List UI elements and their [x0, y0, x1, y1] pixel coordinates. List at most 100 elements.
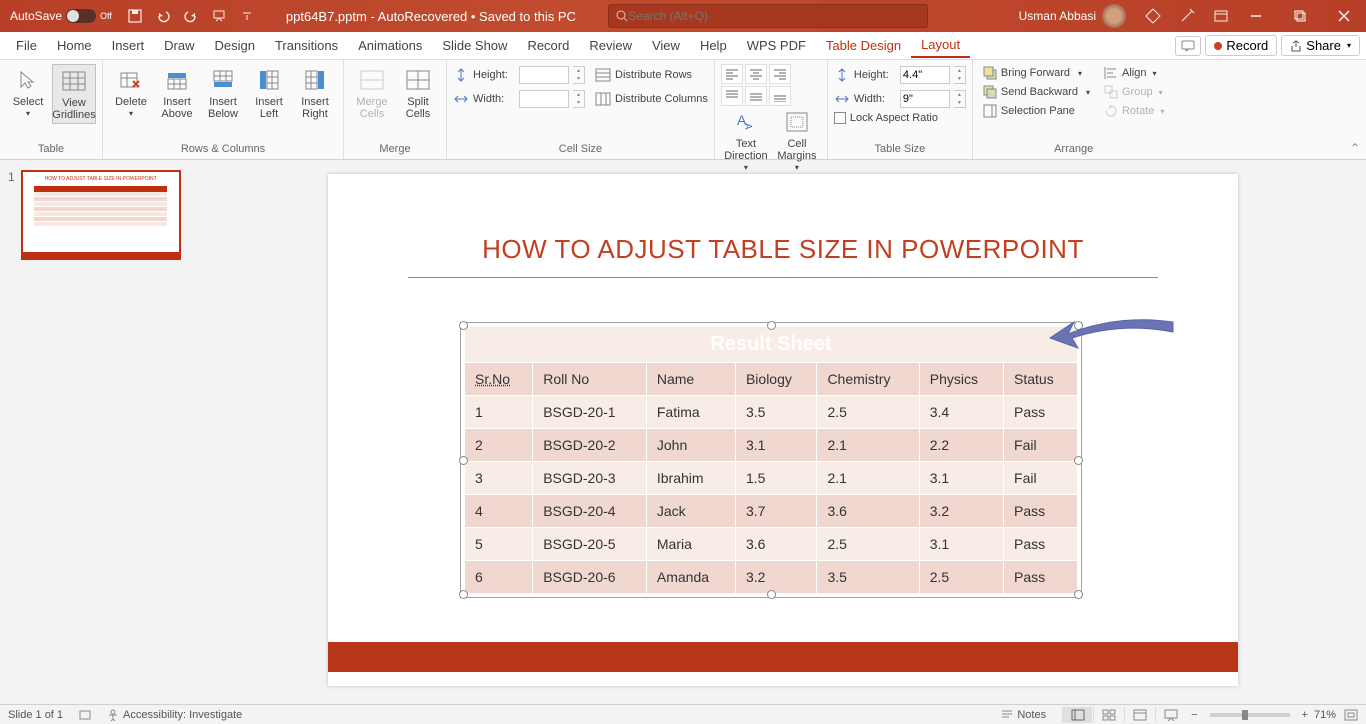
- slide-counter[interactable]: Slide 1 of 1: [8, 709, 63, 721]
- accessibility-status[interactable]: Accessibility: Investigate: [107, 709, 242, 721]
- cell-margins-button[interactable]: Cell Margins▾: [773, 106, 821, 175]
- align-label: Align: [1122, 67, 1146, 79]
- resize-handle-tl[interactable]: [459, 321, 468, 330]
- normal-view-button[interactable]: [1062, 707, 1092, 723]
- align-center-button[interactable]: [745, 64, 767, 84]
- send-backward-button[interactable]: Send Backward▾: [979, 83, 1094, 101]
- ribbon-group-arrange: Bring Forward▾ Send Backward▾ Selection …: [973, 60, 1175, 159]
- user-account[interactable]: Usman Abbasi: [1019, 4, 1126, 28]
- text-direction-button[interactable]: AAText Direction▾: [721, 106, 771, 175]
- resize-handle-mr[interactable]: [1074, 456, 1083, 465]
- insert-left-button[interactable]: Insert Left: [247, 64, 291, 122]
- reading-view-button[interactable]: [1124, 707, 1154, 723]
- redo-icon[interactable]: [182, 7, 200, 25]
- resize-handle-bl[interactable]: [459, 590, 468, 599]
- delete-button[interactable]: Delete▾: [109, 64, 153, 121]
- maximize-button[interactable]: [1282, 4, 1318, 28]
- align-right-button[interactable]: [769, 64, 791, 84]
- cell-height-input[interactable]: [519, 66, 569, 84]
- menu-draw[interactable]: Draw: [154, 34, 204, 57]
- wand-icon[interactable]: [1178, 7, 1196, 25]
- diamond-icon[interactable]: [1144, 7, 1162, 25]
- spinner[interactable]: ▴▾: [954, 66, 966, 84]
- share-button[interactable]: Share▾: [1281, 35, 1360, 56]
- selection-pane-button[interactable]: Selection Pane: [979, 102, 1094, 120]
- collapse-ribbon-button[interactable]: ⌃: [1350, 141, 1360, 155]
- menu-help[interactable]: Help: [690, 34, 737, 57]
- lock-aspect-checkbox[interactable]: Lock Aspect Ratio: [834, 112, 938, 124]
- notes-button[interactable]: Notes: [1001, 709, 1046, 721]
- menu-file[interactable]: File: [6, 34, 47, 57]
- resize-handle-bc[interactable]: [767, 590, 776, 599]
- table-width-field[interactable]: Width:▴▾: [834, 90, 966, 108]
- align-left-button[interactable]: [721, 64, 743, 84]
- toggle-switch[interactable]: [66, 9, 96, 23]
- search-input[interactable]: [628, 9, 921, 23]
- insert-above-button[interactable]: Insert Above: [155, 64, 199, 122]
- menu-table-design[interactable]: Table Design: [816, 34, 911, 57]
- align-top-button[interactable]: [721, 86, 743, 106]
- menu-slide-show[interactable]: Slide Show: [432, 34, 517, 57]
- save-icon[interactable]: [126, 7, 144, 25]
- align-button[interactable]: Align▾: [1100, 64, 1168, 82]
- close-button[interactable]: [1326, 4, 1362, 28]
- distribute-cols-button[interactable]: Distribute Columns: [595, 92, 708, 106]
- view-gridlines-button[interactable]: View Gridlines: [52, 64, 96, 124]
- select-button[interactable]: Select▾: [6, 64, 50, 121]
- resize-handle-ml[interactable]: [459, 456, 468, 465]
- search-box[interactable]: [608, 4, 928, 28]
- menu-wps-pdf[interactable]: WPS PDF: [737, 34, 816, 57]
- autosave-toggle[interactable]: AutoSave Off: [4, 9, 118, 23]
- split-cells-button[interactable]: Split Cells: [396, 64, 440, 122]
- minimize-button[interactable]: [1238, 4, 1274, 28]
- thumbnail-panel[interactable]: 1 HOW TO ADJUST TABLE SIZE IN POWERPOINT: [0, 160, 200, 704]
- table-height-field[interactable]: Height:▴▾: [834, 66, 966, 84]
- menu-review[interactable]: Review: [579, 34, 642, 57]
- fit-to-window-button[interactable]: [1344, 709, 1358, 721]
- cell-width-input[interactable]: [519, 90, 569, 108]
- cell-margins-label: Cell Margins: [775, 138, 819, 162]
- insert-right-button[interactable]: Insert Right: [293, 64, 337, 122]
- language-indicator[interactable]: [79, 709, 91, 721]
- distribute-rows-button[interactable]: Distribute Rows: [595, 68, 692, 82]
- slide-footer-bar: [328, 642, 1238, 672]
- zoom-slider-thumb[interactable]: [1242, 710, 1248, 720]
- resize-handle-br[interactable]: [1074, 590, 1083, 599]
- spinner[interactable]: ▴▾: [954, 90, 966, 108]
- cell-height-field[interactable]: Height:▴▾: [453, 66, 585, 84]
- slide-thumbnail-1[interactable]: HOW TO ADJUST TABLE SIZE IN POWERPOINT: [21, 170, 181, 260]
- bring-forward-button[interactable]: Bring Forward▾: [979, 64, 1094, 82]
- menu-design[interactable]: Design: [205, 34, 265, 57]
- comments-button[interactable]: [1175, 36, 1201, 56]
- zoom-slider[interactable]: [1210, 713, 1290, 717]
- zoom-level[interactable]: 71%: [1314, 709, 1336, 721]
- insert-below-button[interactable]: Insert Below: [201, 64, 245, 122]
- cell-width-field[interactable]: Width:▴▾: [453, 90, 585, 108]
- spinner[interactable]: ▴▾: [573, 66, 585, 84]
- record-button[interactable]: Record: [1205, 35, 1277, 56]
- height-icon: [453, 67, 469, 83]
- present-icon[interactable]: [210, 7, 228, 25]
- resize-handle-tc[interactable]: [767, 321, 776, 330]
- menu-record[interactable]: Record: [517, 34, 579, 57]
- align-middle-button[interactable]: [745, 86, 767, 106]
- menu-insert[interactable]: Insert: [102, 34, 155, 57]
- slide-canvas[interactable]: HOW TO ADJUST TABLE SIZE IN POWERPOINT R…: [200, 160, 1366, 704]
- menu-layout[interactable]: Layout: [911, 33, 970, 58]
- sorter-view-button[interactable]: [1093, 707, 1123, 723]
- zoom-in-button[interactable]: +: [1302, 709, 1308, 721]
- slideshow-view-button[interactable]: [1155, 707, 1185, 723]
- menu-animations[interactable]: Animations: [348, 34, 432, 57]
- spinner[interactable]: ▴▾: [573, 90, 585, 108]
- menu-transitions[interactable]: Transitions: [265, 34, 348, 57]
- menu-view[interactable]: View: [642, 34, 690, 57]
- zoom-out-button[interactable]: −: [1191, 709, 1197, 721]
- align-bottom-button[interactable]: [769, 86, 791, 106]
- table-height-input[interactable]: [900, 66, 950, 84]
- qat-more-icon[interactable]: [238, 7, 256, 25]
- menu-home[interactable]: Home: [47, 34, 102, 57]
- ribbon-mode-icon[interactable]: [1212, 7, 1230, 25]
- table-width-input[interactable]: [900, 90, 950, 108]
- table-selection[interactable]: Result Sheet Sr.No Roll No Name Biology …: [464, 326, 1078, 594]
- undo-icon[interactable]: [154, 7, 172, 25]
